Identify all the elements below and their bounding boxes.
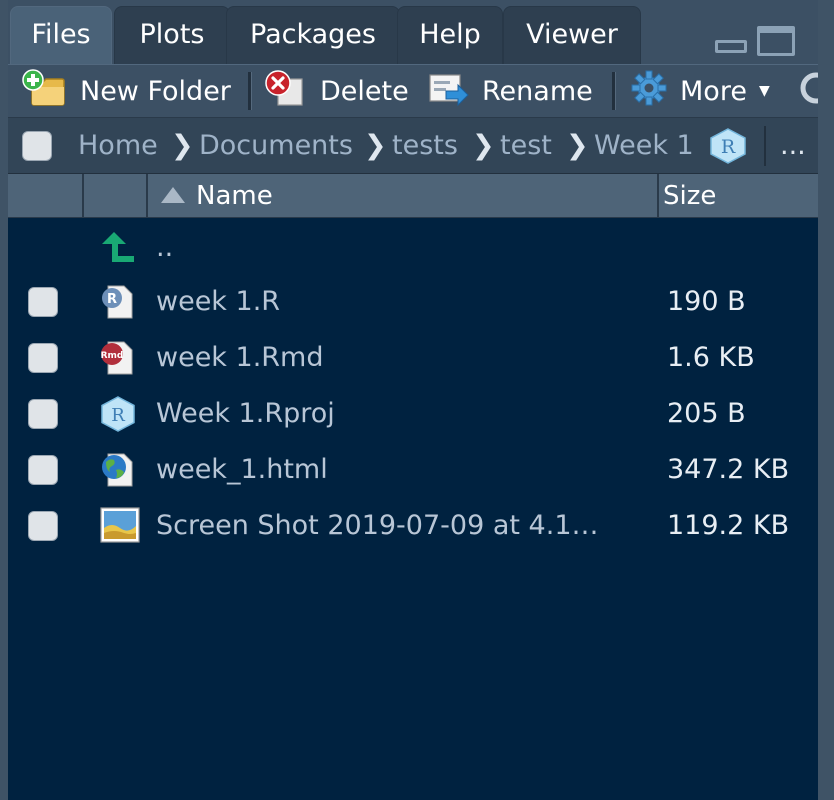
toolbar-separator — [612, 72, 616, 110]
breadcrumb-home[interactable]: Home — [78, 118, 158, 174]
row-checkbox[interactable] — [28, 399, 58, 429]
breadcrumb-tests[interactable]: tests — [392, 118, 458, 174]
svg-text:R: R — [721, 136, 736, 158]
tab-plots[interactable]: Plots — [114, 6, 230, 64]
table-row[interactable]: R week 1.R 190 B — [8, 274, 818, 330]
size-column-label: Size — [663, 181, 717, 211]
project-icon[interactable]: R — [708, 128, 748, 168]
image-file-icon — [100, 506, 140, 544]
file-size: 190 B — [667, 286, 746, 317]
name-column-label: Name — [196, 181, 273, 211]
delete-label: Delete — [320, 75, 409, 107]
new-folder-button[interactable]: New Folder — [22, 65, 231, 117]
file-list-header: Name Size — [8, 174, 818, 218]
breadcrumb-separator-icon: ❯ — [364, 130, 387, 161]
delete-button[interactable]: Delete — [264, 65, 409, 117]
file-name-link[interactable]: Screen Shot 2019-07-09 at 4.1… — [156, 498, 599, 554]
delete-icon — [264, 69, 306, 114]
column-divider — [82, 174, 84, 218]
files-toolbar: New Folder Delete Rename More ▼ — [8, 64, 818, 118]
parent-folder-arrow-icon — [102, 228, 138, 264]
parent-directory-link[interactable]: .. — [156, 220, 173, 276]
file-name-link[interactable]: week 1.R — [156, 274, 280, 330]
table-row[interactable]: Rmd week 1.Rmd 1.6 KB — [8, 330, 818, 386]
svg-text:R: R — [111, 405, 125, 426]
row-checkbox[interactable] — [28, 343, 58, 373]
file-name-link[interactable]: week 1.Rmd — [156, 330, 323, 386]
breadcrumb: Home ❯ Documents ❯ tests ❯ test ❯ Week 1… — [8, 118, 818, 174]
row-checkbox[interactable] — [28, 287, 58, 317]
sort-ascending-icon — [161, 187, 185, 203]
name-column-header[interactable]: Name — [148, 174, 657, 218]
select-all-checkbox[interactable] — [22, 131, 52, 161]
breadcrumb-week-1[interactable]: Week 1 — [594, 118, 694, 174]
file-size: 205 B — [667, 398, 746, 429]
table-row[interactable]: Screen Shot 2019-07-09 at 4.1… 119.2 KB — [8, 498, 818, 554]
breadcrumb-divider — [764, 126, 766, 166]
rename-icon — [428, 69, 470, 114]
breadcrumb-separator-icon: ❯ — [171, 130, 194, 161]
file-name-link[interactable]: Week 1.Rproj — [156, 386, 335, 442]
tab-bar: Files Plots Packages Help Viewer — [8, 0, 818, 64]
rename-label: Rename — [482, 75, 593, 107]
table-row[interactable]: week_1.html 347.2 KB — [8, 442, 818, 498]
tab-packages[interactable]: Packages — [226, 6, 400, 64]
gear-icon — [630, 69, 668, 114]
breadcrumb-separator-icon: ❯ — [472, 130, 495, 161]
refresh-icon — [794, 69, 818, 114]
new-folder-icon — [22, 68, 68, 114]
breadcrumb-overflow-button[interactable]: ... — [780, 118, 806, 174]
tab-help[interactable]: Help — [397, 6, 503, 64]
rproj-icon: R — [100, 396, 136, 432]
file-size: 1.6 KB — [667, 342, 755, 373]
html-globe-icon — [100, 452, 136, 488]
refresh-button[interactable] — [794, 65, 818, 117]
size-column-header[interactable]: Size — [659, 174, 811, 218]
rmarkdown-icon: Rmd — [100, 340, 136, 376]
breadcrumb-test[interactable]: test — [500, 118, 552, 174]
parent-directory-row[interactable]: .. — [8, 220, 818, 276]
tab-viewer[interactable]: Viewer — [503, 6, 641, 64]
breadcrumb-separator-icon: ❯ — [566, 130, 589, 161]
tab-files[interactable]: Files — [10, 6, 112, 64]
toolbar-separator — [248, 72, 252, 110]
more-label: More — [680, 75, 747, 107]
row-checkbox[interactable] — [28, 455, 58, 485]
svg-text:Rmd: Rmd — [101, 351, 124, 361]
file-size: 119.2 KB — [667, 510, 790, 541]
table-row[interactable]: R Week 1.Rproj 205 B — [8, 386, 818, 442]
minimize-pane-icon[interactable] — [715, 40, 747, 53]
files-pane: Files Plots Packages Help Viewer New Fol… — [8, 0, 818, 800]
row-checkbox[interactable] — [28, 511, 58, 541]
breadcrumb-documents[interactable]: Documents — [199, 118, 353, 174]
r-script-icon: R — [100, 284, 136, 320]
chevron-down-icon: ▼ — [758, 83, 770, 99]
file-name-link[interactable]: week_1.html — [156, 442, 328, 498]
rename-button[interactable]: Rename — [428, 65, 593, 117]
file-size: 347.2 KB — [667, 454, 790, 485]
svg-text:R: R — [107, 292, 117, 307]
maximize-pane-icon[interactable] — [757, 26, 795, 56]
new-folder-label: New Folder — [80, 75, 231, 107]
more-menu-button[interactable]: More ▼ — [630, 65, 770, 117]
